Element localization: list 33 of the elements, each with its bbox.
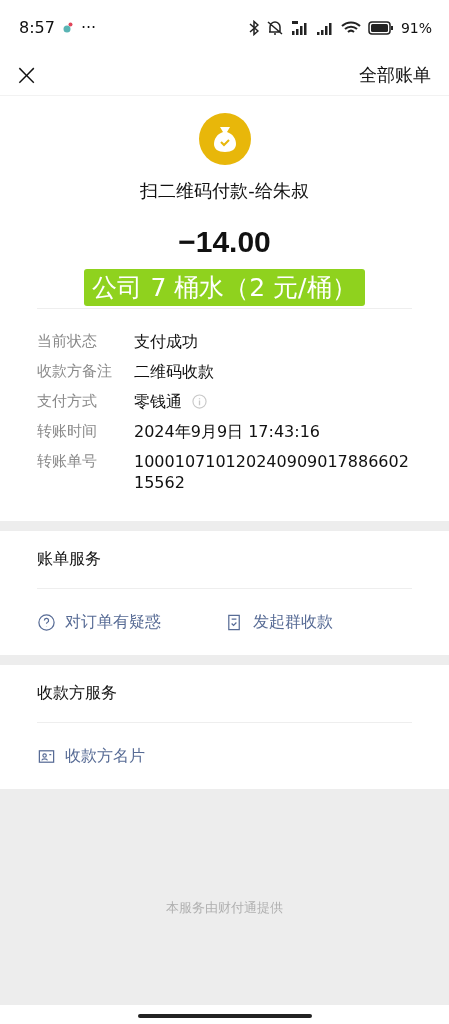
service-link[interactable]: 发起群收款 [224, 611, 412, 633]
more-notifications: ··· [80, 18, 97, 37]
detail-label: 转账时间 [37, 421, 98, 442]
all-bills-link[interactable]: 全部账单 [359, 63, 431, 87]
battery-icon [367, 20, 394, 35]
detail-value: 支付成功 [134, 331, 199, 352]
wifi-icon [340, 19, 361, 36]
payment-amount: −14.00 [178, 225, 271, 259]
section-title: 账单服务 [37, 531, 412, 589]
money-bag-icon [198, 113, 251, 165]
home-indicator[interactable] [138, 1014, 312, 1018]
battery-percentage: 91% [400, 19, 432, 36]
close-button[interactable]: × [12, 60, 42, 90]
info-icon[interactable] [192, 394, 207, 409]
detail-label: 支付方式 [37, 391, 98, 412]
section-title: 收款方服务 [37, 665, 412, 723]
payment-title: 扫二维码付款-给朱叔 [140, 179, 309, 203]
bluetooth-icon [248, 19, 259, 36]
detail-value: 二维码收款 [134, 361, 215, 382]
detail-value: 2024年9月9日 17:43:16 [134, 421, 322, 442]
question-icon [37, 612, 56, 632]
detail-value: 10001071012024090901788660215562 [134, 451, 410, 493]
detail-label: 转账单号 [37, 451, 98, 472]
clock: 8:57 [19, 18, 55, 37]
mute-icon [265, 19, 284, 36]
detail-label: 当前状态 [37, 331, 98, 352]
signal-icon [290, 19, 309, 36]
service-link[interactable]: 对订单有疑惑 [37, 611, 225, 633]
app-notification-icon [62, 21, 73, 34]
service-link[interactable]: 收款方名片 [37, 745, 237, 767]
highlight-label: 公司 7 桶水（2 元/桶） [84, 269, 365, 306]
detail-label: 收款方备注 [37, 361, 113, 382]
detail-value: 零钱通 [134, 391, 182, 412]
